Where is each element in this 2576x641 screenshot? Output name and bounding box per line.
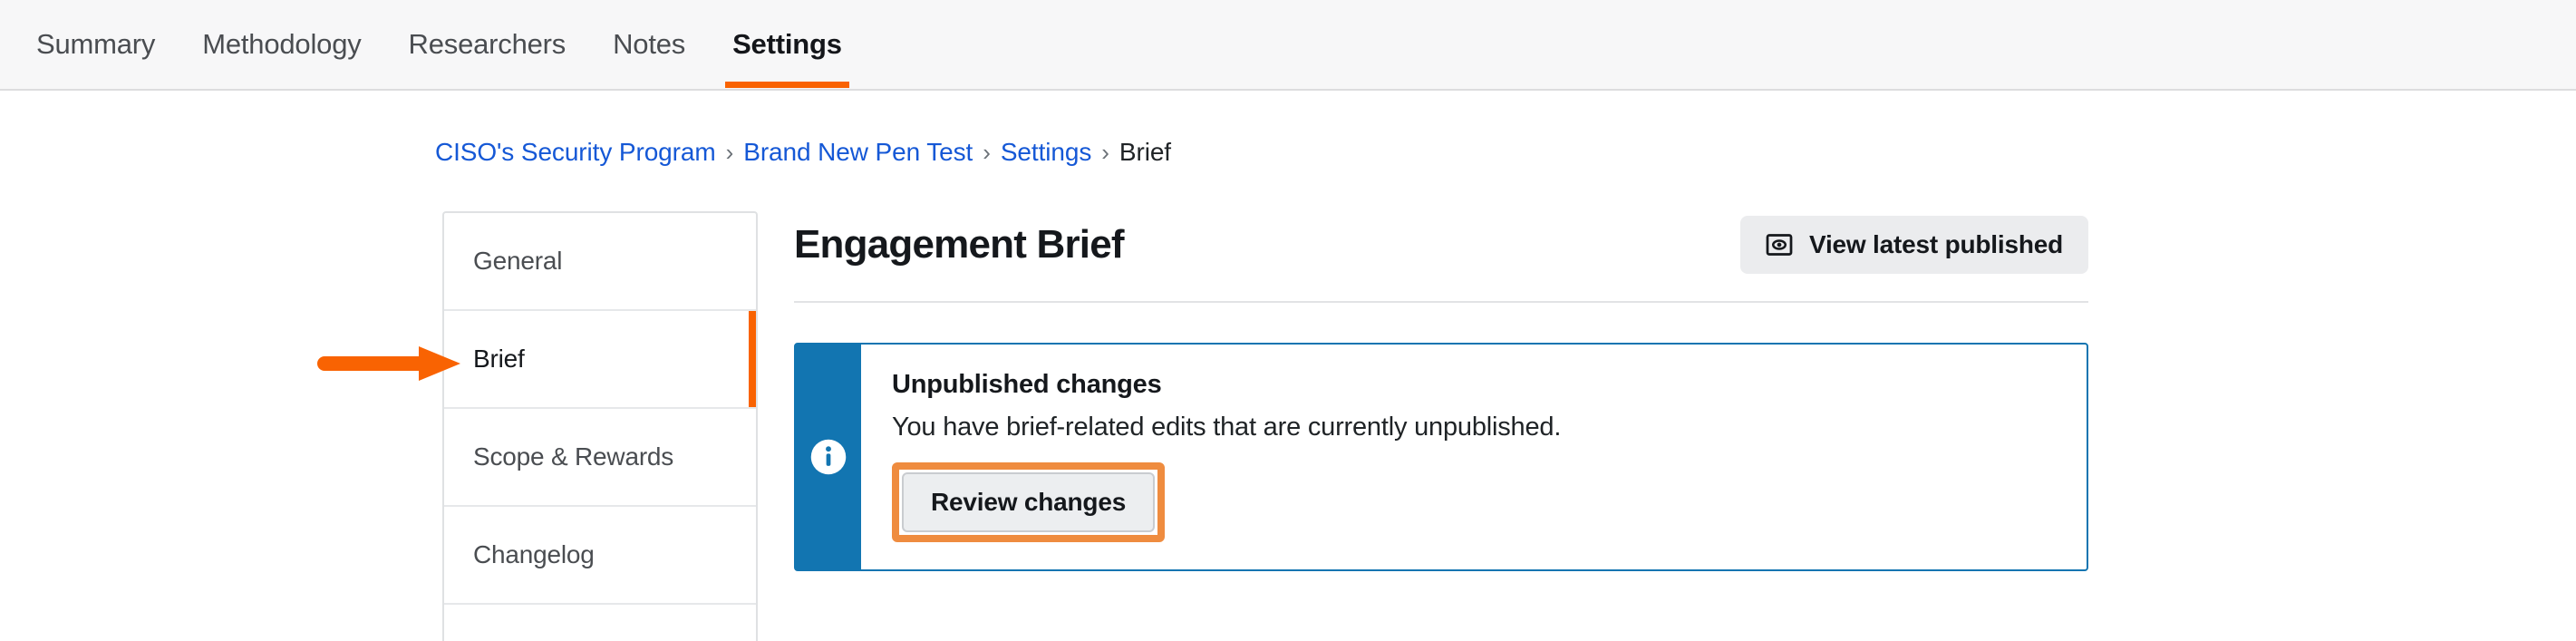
sidebar-item-brief[interactable]: Brief bbox=[444, 311, 756, 409]
main-content-panel: Engagement Brief View latest published U… bbox=[794, 216, 2088, 571]
tab-label: Settings bbox=[732, 28, 842, 60]
banner-accent-rail bbox=[796, 345, 861, 569]
tab-label: Summary bbox=[36, 28, 156, 60]
sidebar-item-changelog[interactable]: Changelog bbox=[444, 507, 756, 605]
tab-label: Methodology bbox=[202, 28, 362, 60]
sidebar-item-label: General bbox=[473, 247, 563, 275]
breadcrumb-separator-icon: › bbox=[1101, 139, 1109, 166]
top-navigation-bar: Summary Methodology Researchers Notes Se… bbox=[0, 0, 2576, 91]
info-circle-icon bbox=[809, 437, 848, 477]
review-changes-button[interactable]: Review changes bbox=[902, 472, 1156, 532]
sidebar-item-general[interactable]: General bbox=[444, 213, 756, 311]
breadcrumb-separator-icon: › bbox=[725, 139, 734, 166]
tab-researchers[interactable]: Researchers bbox=[385, 0, 590, 89]
tab-settings[interactable]: Settings bbox=[709, 0, 866, 89]
sidebar-item-label: Changelog bbox=[473, 540, 595, 568]
banner-title: Unpublished changes bbox=[892, 370, 1162, 399]
sidebar-item-label: Scope & Rewards bbox=[473, 442, 674, 471]
view-latest-published-label: View latest published bbox=[1808, 230, 2063, 258]
breadcrumb-item-program[interactable]: CISO's Security Program bbox=[435, 138, 716, 167]
sidebar-item-label: Brief bbox=[473, 345, 525, 373]
page-header: Engagement Brief View latest published bbox=[794, 216, 2088, 303]
breadcrumb-item-settings[interactable]: Settings bbox=[1001, 138, 1091, 167]
unpublished-changes-banner: Unpublished changes You have brief-relat… bbox=[794, 343, 2088, 571]
top-nav-tab-list: Summary Methodology Researchers Notes Se… bbox=[0, 0, 2576, 89]
review-changes-label: Review changes bbox=[931, 488, 1127, 516]
tab-summary[interactable]: Summary bbox=[13, 0, 179, 89]
review-changes-highlight-annotation: Review changes bbox=[892, 462, 1166, 542]
banner-body: Unpublished changes You have brief-relat… bbox=[861, 345, 2087, 569]
tab-methodology[interactable]: Methodology bbox=[179, 0, 384, 89]
banner-description: You have brief-related edits that are cu… bbox=[892, 413, 1562, 442]
view-latest-published-button[interactable]: View latest published bbox=[1739, 216, 2088, 274]
sidebar-item-scope-and-rewards[interactable]: Scope & Rewards bbox=[444, 409, 756, 507]
breadcrumb-item-brief: Brief bbox=[1119, 138, 1171, 166]
eye-preview-icon bbox=[1766, 231, 1793, 258]
tab-label: Notes bbox=[613, 28, 686, 60]
page-title: Engagement Brief bbox=[794, 222, 1125, 267]
tab-label: Researchers bbox=[408, 28, 567, 60]
tab-notes[interactable]: Notes bbox=[589, 0, 709, 89]
settings-sidebar: General Brief Scope & Rewards Changelog bbox=[442, 211, 758, 641]
breadcrumb: CISO's Security Program › Brand New Pen … bbox=[435, 138, 1171, 167]
arrow-right-annotation-icon bbox=[317, 345, 462, 383]
breadcrumb-item-pentest[interactable]: Brand New Pen Test bbox=[743, 138, 973, 167]
sidebar-item-truncated[interactable] bbox=[444, 605, 756, 641]
breadcrumb-separator-icon: › bbox=[983, 139, 991, 166]
